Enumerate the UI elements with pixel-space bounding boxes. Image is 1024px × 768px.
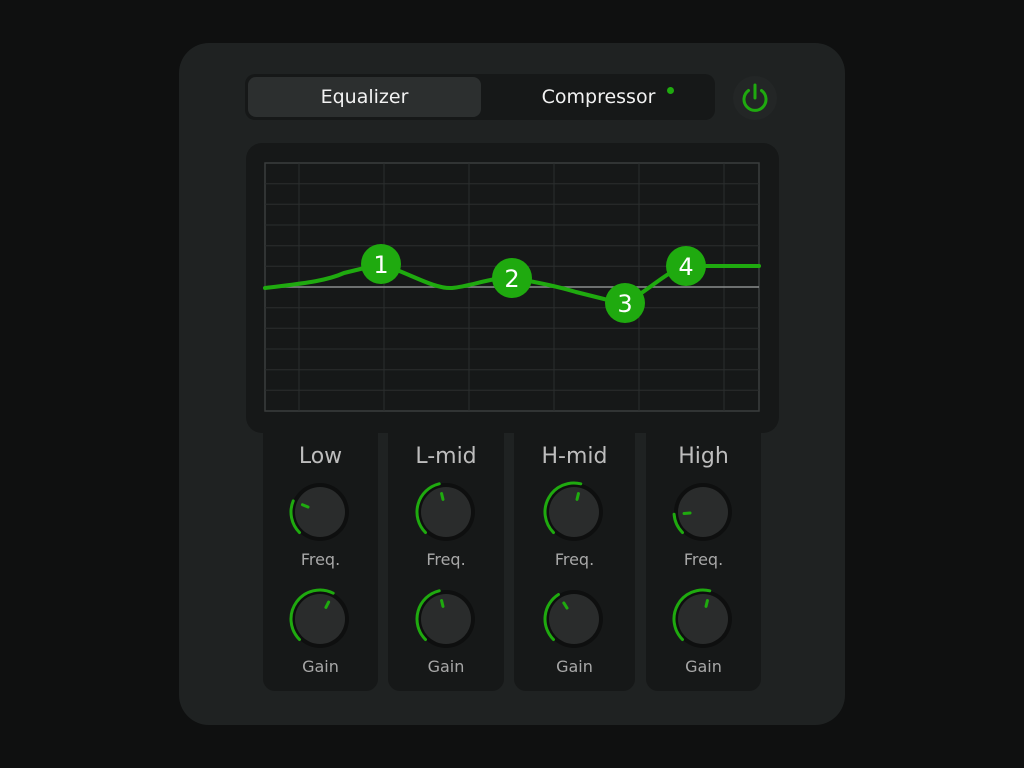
knob-body bbox=[295, 594, 345, 644]
knob-label: Gain bbox=[556, 657, 593, 676]
knob-label: Freq. bbox=[300, 550, 341, 569]
knob-high-freq[interactable] bbox=[671, 480, 735, 544]
band-l-mid: L-mid Freq. Gain bbox=[388, 432, 504, 691]
eq-graph-canvas: 1 2 3 4 bbox=[263, 162, 761, 412]
power-icon bbox=[742, 83, 768, 112]
knob-pointer bbox=[704, 599, 709, 608]
knob-l-mid-gain[interactable] bbox=[414, 587, 478, 651]
band-title: H-mid bbox=[541, 444, 608, 469]
band-handle-label: 4 bbox=[678, 253, 693, 281]
band-h-mid: H-mid Freq. Gain bbox=[514, 432, 635, 691]
knob-body bbox=[549, 594, 599, 644]
band-low: Low Freq. Gain bbox=[263, 432, 378, 691]
knob-label: Gain bbox=[302, 657, 339, 676]
knob-h-mid-gain[interactable] bbox=[542, 587, 606, 651]
knob-low-gain[interactable] bbox=[288, 587, 352, 651]
knob-label: Freq. bbox=[554, 550, 595, 569]
band-high: High Freq. Gain bbox=[646, 432, 761, 691]
band-handle-1[interactable]: 1 bbox=[361, 244, 401, 284]
knob-pointer bbox=[440, 492, 445, 501]
knob-high-gain[interactable] bbox=[671, 587, 735, 651]
knob-body bbox=[549, 487, 599, 537]
band-title: High bbox=[678, 444, 729, 469]
knob-body bbox=[678, 594, 728, 644]
knob-l-mid-freq[interactable] bbox=[414, 480, 478, 544]
band-handle-label: 1 bbox=[373, 251, 388, 279]
band-handle-label: 3 bbox=[617, 290, 632, 318]
knob-h-mid-freq[interactable] bbox=[542, 480, 606, 544]
knob-low-freq[interactable] bbox=[288, 480, 352, 544]
mode-tabs: Equalizer Compressor bbox=[245, 74, 715, 120]
compressor-active-dot bbox=[667, 87, 674, 94]
band-handle-4[interactable]: 4 bbox=[666, 246, 706, 286]
tab-equalizer[interactable]: Equalizer bbox=[248, 77, 481, 117]
knob-pointer bbox=[575, 492, 580, 501]
knob-label: Freq. bbox=[683, 550, 724, 569]
knob-pointer bbox=[300, 503, 310, 509]
band-title: L-mid bbox=[415, 444, 477, 469]
knob-body bbox=[421, 487, 471, 537]
tab-compressor[interactable]: Compressor bbox=[485, 77, 712, 117]
knob-label: Gain bbox=[427, 657, 465, 676]
knob-body bbox=[295, 487, 345, 537]
power-button[interactable] bbox=[733, 76, 777, 120]
knob-label: Gain bbox=[685, 657, 722, 676]
band-title: Low bbox=[298, 444, 343, 469]
band-handle-2[interactable]: 2 bbox=[492, 258, 532, 298]
knob-pointer bbox=[440, 599, 445, 608]
knob-label: Freq. bbox=[426, 550, 466, 569]
band-handle-label: 2 bbox=[504, 265, 519, 293]
knob-body bbox=[421, 594, 471, 644]
band-handle-3[interactable]: 3 bbox=[605, 283, 645, 323]
eq-graph: 1 2 3 4 bbox=[246, 143, 779, 433]
